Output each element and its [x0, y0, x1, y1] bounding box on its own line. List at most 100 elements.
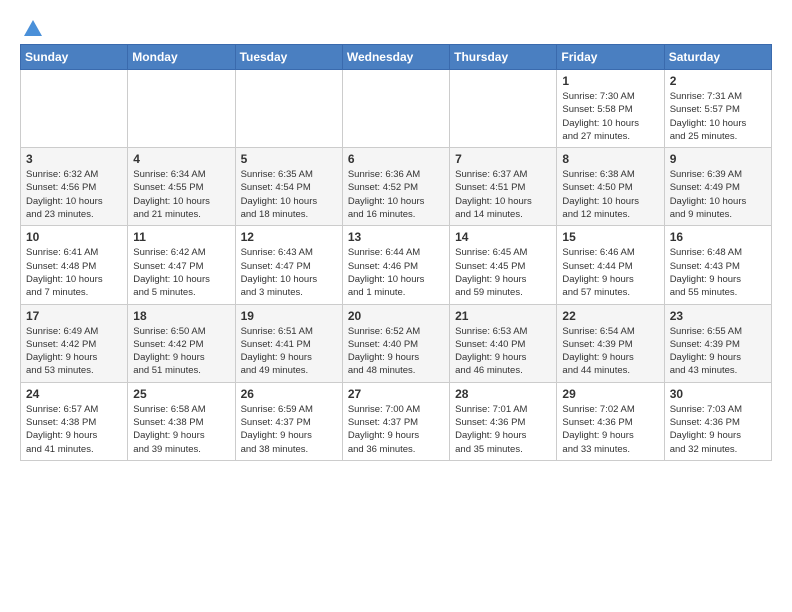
day-number: 18 [133, 309, 229, 323]
day-info: Sunrise: 7:00 AM Sunset: 4:37 PM Dayligh… [348, 403, 444, 456]
calendar-cell: 1 Sunrise: 7:30 AM Sunset: 5:58 PM Daylig… [557, 70, 664, 148]
calendar-cell: 9 Sunrise: 6:39 AM Sunset: 4:49 PM Daylig… [664, 148, 771, 226]
day-number: 20 [348, 309, 444, 323]
calendar-cell: 24 Sunrise: 6:57 AM Sunset: 4:38 PM Dayli… [21, 382, 128, 460]
day-info: Sunrise: 7:03 AM Sunset: 4:36 PM Dayligh… [670, 403, 766, 456]
calendar-cell: 21Sunrise: 6:53 AM Sunset: 4:40 PM Dayli… [450, 304, 557, 382]
day-info: Sunrise: 6:34 AM Sunset: 4:55 PM Dayligh… [133, 168, 229, 221]
day-info: Sunrise: 6:57 AM Sunset: 4:38 PM Dayligh… [26, 403, 122, 456]
day-info: Sunrise: 6:41 AM Sunset: 4:48 PM Dayligh… [26, 246, 122, 299]
day-number: 21 [455, 309, 551, 323]
day-number: 10 [26, 230, 122, 244]
calendar-cell: 18 Sunrise: 6:50 AM Sunset: 4:42 PM Dayli… [128, 304, 235, 382]
day-info: Sunrise: 6:42 AM Sunset: 4:47 PM Dayligh… [133, 246, 229, 299]
calendar-cell: 12 Sunrise: 6:43 AM Sunset: 4:47 PM Dayli… [235, 226, 342, 304]
day-number: 25 [133, 387, 229, 401]
day-info: Sunrise: 6:52 AM Sunset: 4:40 PM Dayligh… [348, 325, 444, 378]
day-number: 9 [670, 152, 766, 166]
calendar: SundayMondayTuesdayWednesdayThursdayFrid… [20, 44, 772, 461]
day-info: Sunrise: 7:31 AM Sunset: 5:57 PM Dayligh… [670, 90, 766, 143]
calendar-cell: 15 Sunrise: 6:46 AM Sunset: 4:44 PM Dayli… [557, 226, 664, 304]
day-info: Sunrise: 6:39 AM Sunset: 4:49 PM Dayligh… [670, 168, 766, 221]
calendar-cell: 7 Sunrise: 6:37 AM Sunset: 4:51 PM Daylig… [450, 148, 557, 226]
day-number: 30 [670, 387, 766, 401]
day-info: Sunrise: 6:54 AM Sunset: 4:39 PM Dayligh… [562, 325, 658, 378]
weekday-header-thursday: Thursday [450, 45, 557, 70]
calendar-cell: 29Sunrise: 7:02 AM Sunset: 4:36 PM Dayli… [557, 382, 664, 460]
calendar-cell: 6 Sunrise: 6:36 AM Sunset: 4:52 PM Daylig… [342, 148, 449, 226]
day-info: Sunrise: 6:38 AM Sunset: 4:50 PM Dayligh… [562, 168, 658, 221]
calendar-cell: 26 Sunrise: 6:59 AM Sunset: 4:37 PM Dayli… [235, 382, 342, 460]
day-info: Sunrise: 6:43 AM Sunset: 4:47 PM Dayligh… [241, 246, 337, 299]
weekday-header-friday: Friday [557, 45, 664, 70]
weekday-header-monday: Monday [128, 45, 235, 70]
weekday-header-row: SundayMondayTuesdayWednesdayThursdayFrid… [21, 45, 772, 70]
day-info: Sunrise: 6:44 AM Sunset: 4:46 PM Dayligh… [348, 246, 444, 299]
calendar-cell: 10 Sunrise: 6:41 AM Sunset: 4:48 PM Dayli… [21, 226, 128, 304]
day-number: 24 [26, 387, 122, 401]
calendar-cell: 17 Sunrise: 6:49 AM Sunset: 4:42 PM Dayli… [21, 304, 128, 382]
calendar-cell [450, 70, 557, 148]
day-info: Sunrise: 6:36 AM Sunset: 4:52 PM Dayligh… [348, 168, 444, 221]
day-number: 8 [562, 152, 658, 166]
calendar-cell: 3 Sunrise: 6:32 AM Sunset: 4:56 PM Daylig… [21, 148, 128, 226]
calendar-cell: 27 Sunrise: 7:00 AM Sunset: 4:37 PM Dayli… [342, 382, 449, 460]
day-info: Sunrise: 6:48 AM Sunset: 4:43 PM Dayligh… [670, 246, 766, 299]
week-row-3: 10 Sunrise: 6:41 AM Sunset: 4:48 PM Dayli… [21, 226, 772, 304]
day-info: Sunrise: 6:45 AM Sunset: 4:45 PM Dayligh… [455, 246, 551, 299]
day-number: 27 [348, 387, 444, 401]
day-number: 5 [241, 152, 337, 166]
day-info: Sunrise: 6:35 AM Sunset: 4:54 PM Dayligh… [241, 168, 337, 221]
calendar-cell: 4 Sunrise: 6:34 AM Sunset: 4:55 PM Daylig… [128, 148, 235, 226]
day-info: Sunrise: 7:30 AM Sunset: 5:58 PM Dayligh… [562, 90, 658, 143]
day-number: 28 [455, 387, 551, 401]
day-number: 4 [133, 152, 229, 166]
logo-icon [22, 18, 44, 40]
calendar-cell: 13 Sunrise: 6:44 AM Sunset: 4:46 PM Dayli… [342, 226, 449, 304]
day-info: Sunrise: 6:49 AM Sunset: 4:42 PM Dayligh… [26, 325, 122, 378]
day-number: 6 [348, 152, 444, 166]
day-number: 11 [133, 230, 229, 244]
day-number: 16 [670, 230, 766, 244]
day-number: 15 [562, 230, 658, 244]
calendar-cell: 25 Sunrise: 6:58 AM Sunset: 4:38 PM Dayli… [128, 382, 235, 460]
header [20, 16, 772, 36]
weekday-header-tuesday: Tuesday [235, 45, 342, 70]
day-number: 22 [562, 309, 658, 323]
day-info: Sunrise: 6:59 AM Sunset: 4:37 PM Dayligh… [241, 403, 337, 456]
day-info: Sunrise: 6:32 AM Sunset: 4:56 PM Dayligh… [26, 168, 122, 221]
day-info: Sunrise: 6:58 AM Sunset: 4:38 PM Dayligh… [133, 403, 229, 456]
day-info: Sunrise: 7:01 AM Sunset: 4:36 PM Dayligh… [455, 403, 551, 456]
day-number: 13 [348, 230, 444, 244]
day-number: 29 [562, 387, 658, 401]
week-row-5: 24 Sunrise: 6:57 AM Sunset: 4:38 PM Dayli… [21, 382, 772, 460]
day-number: 7 [455, 152, 551, 166]
day-number: 19 [241, 309, 337, 323]
weekday-header-saturday: Saturday [664, 45, 771, 70]
week-row-2: 3 Sunrise: 6:32 AM Sunset: 4:56 PM Daylig… [21, 148, 772, 226]
calendar-cell: 16 Sunrise: 6:48 AM Sunset: 4:43 PM Dayli… [664, 226, 771, 304]
day-number: 2 [670, 74, 766, 88]
calendar-cell: 2 Sunrise: 7:31 AM Sunset: 5:57 PM Daylig… [664, 70, 771, 148]
day-info: Sunrise: 6:37 AM Sunset: 4:51 PM Dayligh… [455, 168, 551, 221]
day-info: Sunrise: 6:46 AM Sunset: 4:44 PM Dayligh… [562, 246, 658, 299]
day-number: 3 [26, 152, 122, 166]
day-number: 1 [562, 74, 658, 88]
day-number: 12 [241, 230, 337, 244]
day-number: 26 [241, 387, 337, 401]
calendar-cell: 5 Sunrise: 6:35 AM Sunset: 4:54 PM Daylig… [235, 148, 342, 226]
calendar-cell: 11 Sunrise: 6:42 AM Sunset: 4:47 PM Dayli… [128, 226, 235, 304]
day-info: Sunrise: 6:50 AM Sunset: 4:42 PM Dayligh… [133, 325, 229, 378]
calendar-cell: 20 Sunrise: 6:52 AM Sunset: 4:40 PM Dayli… [342, 304, 449, 382]
day-number: 17 [26, 309, 122, 323]
day-info: Sunrise: 6:51 AM Sunset: 4:41 PM Dayligh… [241, 325, 337, 378]
calendar-cell: 22 Sunrise: 6:54 AM Sunset: 4:39 PM Dayli… [557, 304, 664, 382]
calendar-cell [21, 70, 128, 148]
day-number: 14 [455, 230, 551, 244]
calendar-cell: 28 Sunrise: 7:01 AM Sunset: 4:36 PM Dayli… [450, 382, 557, 460]
calendar-cell: 14 Sunrise: 6:45 AM Sunset: 4:45 PM Dayli… [450, 226, 557, 304]
calendar-cell [128, 70, 235, 148]
calendar-cell: 19 Sunrise: 6:51 AM Sunset: 4:41 PM Dayli… [235, 304, 342, 382]
weekday-header-sunday: Sunday [21, 45, 128, 70]
week-row-4: 17 Sunrise: 6:49 AM Sunset: 4:42 PM Dayli… [21, 304, 772, 382]
